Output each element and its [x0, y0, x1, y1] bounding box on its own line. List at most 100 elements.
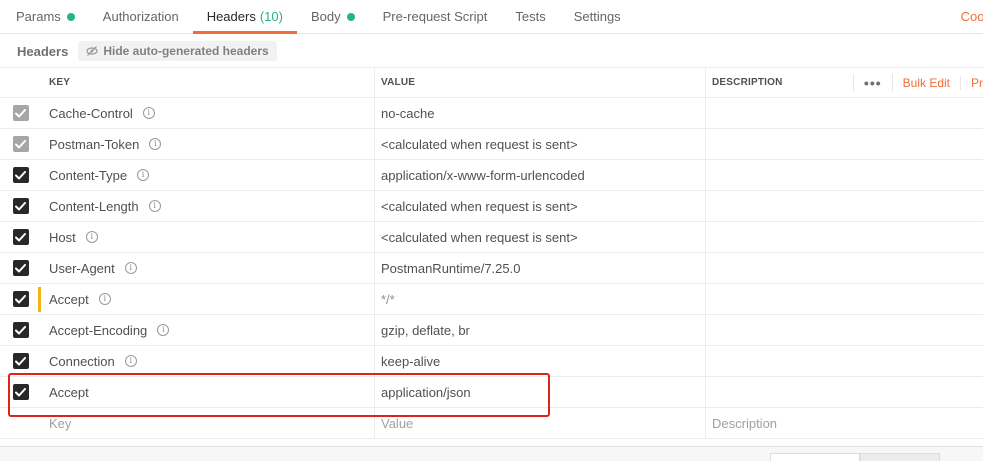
description-cell[interactable] — [706, 253, 983, 283]
header-key[interactable]: Connection — [49, 354, 115, 369]
checkmark-icon — [15, 201, 26, 211]
checkbox-cell — [0, 129, 41, 159]
info-icon[interactable]: i — [98, 293, 111, 305]
description-cell[interactable] — [706, 129, 983, 159]
header-key[interactable]: Host — [49, 230, 76, 245]
new-header-row: Key Value Description — [0, 408, 983, 439]
row-checkbox[interactable] — [12, 136, 29, 152]
checkbox-cell — [0, 377, 41, 407]
bottom-button-b[interactable] — [860, 453, 940, 461]
row-checkbox[interactable] — [12, 384, 29, 400]
info-icon[interactable]: i — [137, 169, 150, 181]
description-input[interactable]: Description — [712, 416, 777, 431]
tab-settings[interactable]: Settings — [560, 0, 635, 33]
value-cell[interactable]: application/x-www-form-urlencoded — [375, 160, 706, 190]
header-value[interactable]: keep-alive — [381, 354, 440, 369]
header-value[interactable]: <calculated when request is sent> — [381, 230, 578, 245]
value-cell[interactable]: <calculated when request is sent> — [375, 222, 706, 252]
info-icon[interactable]: i — [124, 355, 137, 367]
key-cell[interactable]: Content-Type i — [41, 160, 375, 190]
description-cell[interactable] — [706, 284, 983, 314]
tab-tests[interactable]: Tests — [501, 0, 559, 33]
tab-headers[interactable]: Headers (10) — [192, 0, 298, 34]
row-checkbox[interactable] — [12, 353, 29, 369]
header-key[interactable]: Content-Length — [49, 199, 139, 214]
description-cell[interactable] — [706, 315, 983, 345]
key-cell[interactable]: Accept-Encoding i — [41, 315, 375, 345]
value-cell[interactable]: <calculated when request is sent> — [375, 129, 706, 159]
table-row: Accept-Encoding i gzip, deflate, br — [0, 315, 983, 346]
description-cell[interactable] — [706, 222, 983, 252]
cookies-link[interactable]: Cook — [961, 9, 983, 24]
row-checkbox[interactable] — [12, 260, 29, 276]
key-cell[interactable]: Cache-Control i — [41, 98, 375, 128]
header-value[interactable]: application/json — [381, 385, 471, 400]
table-row: Accept i */* — [0, 284, 983, 315]
header-value[interactable]: gzip, deflate, br — [381, 323, 470, 338]
checkbox-cell — [0, 191, 41, 221]
key-cell[interactable]: User-Agent i — [41, 253, 375, 283]
key-cell[interactable]: Content-Length i — [41, 191, 375, 221]
description-cell[interactable] — [706, 346, 983, 376]
description-cell[interactable] — [706, 191, 983, 221]
header-key[interactable]: Cache-Control — [49, 106, 133, 121]
key-cell[interactable]: Host i — [41, 222, 375, 252]
value-cell[interactable]: <calculated when request is sent> — [375, 191, 706, 221]
more-options-icon[interactable]: ••• — [852, 73, 893, 92]
key-input[interactable]: Key — [49, 416, 71, 431]
value-cell[interactable]: application/json — [375, 377, 706, 407]
description-cell[interactable] — [706, 98, 983, 128]
header-key[interactable]: Accept — [49, 385, 89, 400]
value-cell[interactable]: Value — [375, 408, 706, 438]
header-key[interactable]: Accept — [49, 292, 89, 307]
value-cell[interactable]: */* — [375, 284, 706, 314]
header-key[interactable]: Content-Type — [49, 168, 127, 183]
key-cell[interactable]: Key — [41, 408, 375, 438]
presets-button[interactable]: Pr — [961, 76, 983, 90]
description-cell[interactable] — [706, 377, 983, 407]
value-input[interactable]: Value — [381, 416, 413, 431]
info-icon[interactable]: i — [124, 262, 137, 274]
value-cell[interactable]: no-cache — [375, 98, 706, 128]
header-value[interactable]: PostmanRuntime/7.25.0 — [381, 261, 520, 276]
value-cell[interactable]: keep-alive — [375, 346, 706, 376]
header-key[interactable]: Accept-Encoding — [49, 323, 147, 338]
row-checkbox[interactable] — [12, 105, 29, 121]
key-cell[interactable]: Connection i — [41, 346, 375, 376]
info-icon[interactable]: i — [142, 107, 155, 119]
header-value[interactable]: no-cache — [381, 106, 434, 121]
tab-authorization[interactable]: Authorization — [89, 0, 193, 33]
key-cell[interactable]: Accept — [41, 377, 375, 407]
header-key[interactable]: Postman-Token — [49, 137, 139, 152]
header-value[interactable]: application/x-www-form-urlencoded — [381, 168, 585, 183]
key-cell[interactable]: Postman-Token i — [41, 129, 375, 159]
header-value[interactable]: <calculated when request is sent> — [381, 199, 578, 214]
key-cell[interactable]: Accept i — [41, 284, 375, 314]
header-value[interactable]: */* — [381, 292, 395, 307]
row-checkbox[interactable] — [12, 198, 29, 214]
info-icon[interactable]: i — [149, 138, 162, 150]
info-icon[interactable]: i — [148, 200, 161, 212]
row-checkbox[interactable] — [12, 229, 29, 245]
tab-params[interactable]: Params — [0, 0, 89, 33]
row-checkbox[interactable] — [12, 322, 29, 338]
info-icon[interactable]: i — [85, 231, 98, 243]
bulk-edit-button[interactable]: Bulk Edit — [893, 75, 961, 90]
row-checkbox[interactable] — [12, 291, 29, 307]
tab-pre-request-script[interactable]: Pre-request Script — [369, 0, 502, 33]
table-row: Connection i keep-alive — [0, 346, 983, 377]
bottom-button-a[interactable] — [770, 453, 860, 461]
checkmark-icon — [15, 170, 26, 180]
header-value[interactable]: <calculated when request is sent> — [381, 137, 578, 152]
row-checkbox[interactable] — [12, 167, 29, 183]
header-key[interactable]: User-Agent — [49, 261, 115, 276]
value-cell[interactable]: PostmanRuntime/7.25.0 — [375, 253, 706, 283]
info-icon[interactable]: i — [157, 324, 170, 336]
description-cell[interactable] — [706, 160, 983, 190]
column-header-key: KEY — [41, 68, 375, 97]
description-cell[interactable]: Description — [706, 408, 983, 438]
checkbox-cell — [0, 315, 41, 345]
hide-auto-generated-button[interactable]: Hide auto-generated headers — [78, 41, 277, 61]
tab-body[interactable]: Body — [297, 0, 369, 33]
value-cell[interactable]: gzip, deflate, br — [375, 315, 706, 345]
